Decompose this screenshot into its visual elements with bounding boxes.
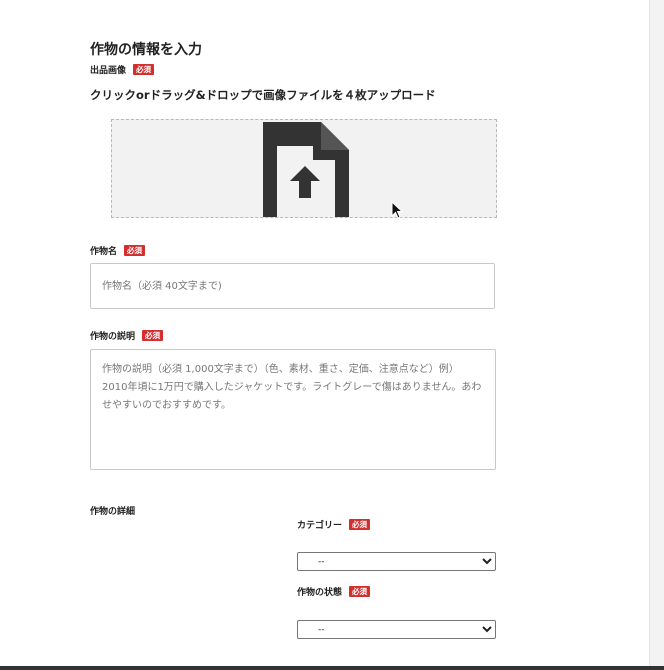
crop-name-input[interactable] — [90, 263, 495, 309]
crop-name-label: 作物名 必須 — [90, 244, 146, 257]
required-badge: 必須 — [142, 329, 164, 342]
bottom-edge — [0, 666, 664, 670]
image-dropzone[interactable] — [111, 119, 497, 218]
required-badge: 必須 — [124, 244, 146, 257]
condition-select[interactable]: -- — [297, 620, 496, 639]
category-label-text: カテゴリー — [297, 521, 343, 531]
crop-details-label-text: 作物の詳細 — [90, 507, 136, 517]
mouse-cursor-icon — [391, 201, 403, 219]
condition-label-text: 作物の状態 — [297, 588, 343, 598]
image-upload-label-text: 出品画像 — [90, 66, 127, 76]
section-title: 作物の情報を入力 — [90, 42, 202, 58]
crop-name-label-text: 作物名 — [90, 247, 118, 257]
crop-description-textarea[interactable] — [90, 349, 496, 470]
required-badge: 必須 — [349, 518, 371, 531]
window-edge — [649, 0, 664, 670]
listing-form-page: 作物の情報を入力 出品画像 必須 クリックorドラッグ&ドロップで画像ファイルを… — [0, 0, 664, 670]
crop-details-label: 作物の詳細 — [90, 504, 135, 517]
file-upload-icon — [263, 122, 349, 217]
crop-description-label: 作物の説明 必須 — [90, 329, 164, 342]
condition-label: 作物の状態 必須 — [297, 585, 371, 598]
category-label: カテゴリー 必須 — [297, 518, 371, 531]
required-badge: 必須 — [349, 585, 371, 598]
image-upload-label: 出品画像 必須 — [90, 63, 155, 76]
crop-description-label-text: 作物の説明 — [90, 332, 136, 342]
upload-instruction: クリックorドラッグ&ドロップで画像ファイルを４枚アップロード — [90, 88, 436, 102]
required-badge: 必須 — [133, 63, 155, 76]
category-select[interactable]: -- — [297, 552, 496, 571]
